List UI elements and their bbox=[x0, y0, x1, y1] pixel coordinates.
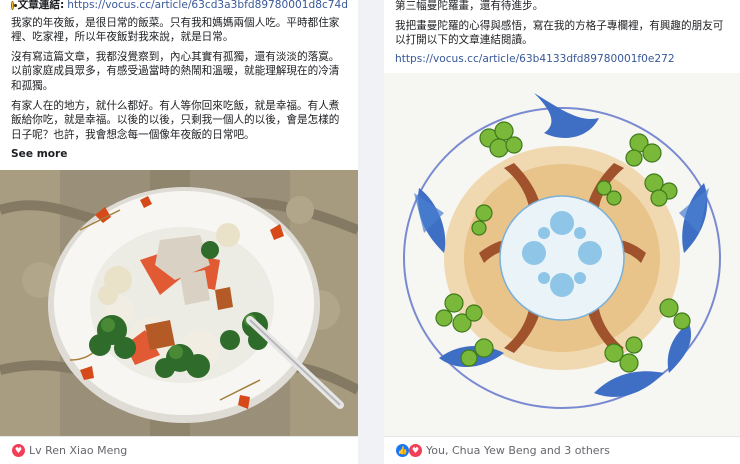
right-post-body: 第三幅曼陀羅畫，還有待進步。 我把畫曼陀羅的心得與感悟，寫在我的方格子專欄裡，有… bbox=[384, 0, 740, 66]
left-paragraph-1: 我家的年夜飯，是很日常的飯菜。只有我和媽媽兩個人吃。平時都住家裡、吃家裡，所以年… bbox=[11, 16, 340, 44]
see-more-link[interactable]: See more bbox=[11, 147, 348, 162]
sun-bullet-icon bbox=[11, 0, 17, 10]
like-reaction-icon[interactable]: 👍 bbox=[396, 444, 409, 457]
mandala-drawing-photo[interactable] bbox=[384, 73, 740, 436]
heart-reaction-icon[interactable]: ♥ bbox=[409, 444, 422, 457]
left-post-footer: ♥ Lv Ren Xiao Meng bbox=[0, 436, 358, 464]
left-reactions-text[interactable]: Lv Ren Xiao Meng bbox=[29, 444, 127, 457]
left-article-link[interactable]: https://vocus.cc/article/63cd3a3bfd89780… bbox=[67, 0, 348, 13]
link-label: 文章連結: bbox=[17, 0, 65, 11]
right-reactions-text[interactable]: You, Chua Yew Beng and 3 others bbox=[426, 444, 610, 457]
left-link-line: 文章連結: https://vocus.cc/article/63cd3a3bf… bbox=[11, 0, 348, 13]
right-paragraph-2: 我把畫曼陀羅的心得與感悟，寫在我的方格子專欄裡，有興趣的朋友可以打開以下的文章連… bbox=[395, 19, 724, 47]
food-photo[interactable] bbox=[0, 170, 358, 436]
heart-reaction-icon[interactable]: ♥ bbox=[12, 444, 25, 457]
right-paragraph-1: 第三幅曼陀羅畫，還有待進步。 bbox=[395, 0, 544, 12]
right-article-link[interactable]: https://vocus.cc/article/63b4133dfd89780… bbox=[395, 52, 730, 67]
right-post-card: 第三幅曼陀羅畫，還有待進步。 我把畫曼陀羅的心得與感悟，寫在我的方格子專欄裡，有… bbox=[384, 0, 740, 464]
left-paragraph-2: 沒有寫這篇文章，我都沒覺察到，內心其實有孤獨，還有淡淡的落寞。以前家庭成員眾多，… bbox=[11, 50, 340, 92]
left-post-body: 文章連結: https://vocus.cc/article/63cd3a3bf… bbox=[0, 0, 358, 162]
left-post-card: 文章連結: https://vocus.cc/article/63cd3a3bf… bbox=[0, 0, 358, 464]
right-post-footer: 👍 ♥ You, Chua Yew Beng and 3 others bbox=[384, 436, 740, 464]
left-paragraph-3: 有家人在的地方，就什么都好。有人等你回來吃飯，就是幸福。有人煮飯給你吃，就是幸福… bbox=[11, 99, 340, 141]
